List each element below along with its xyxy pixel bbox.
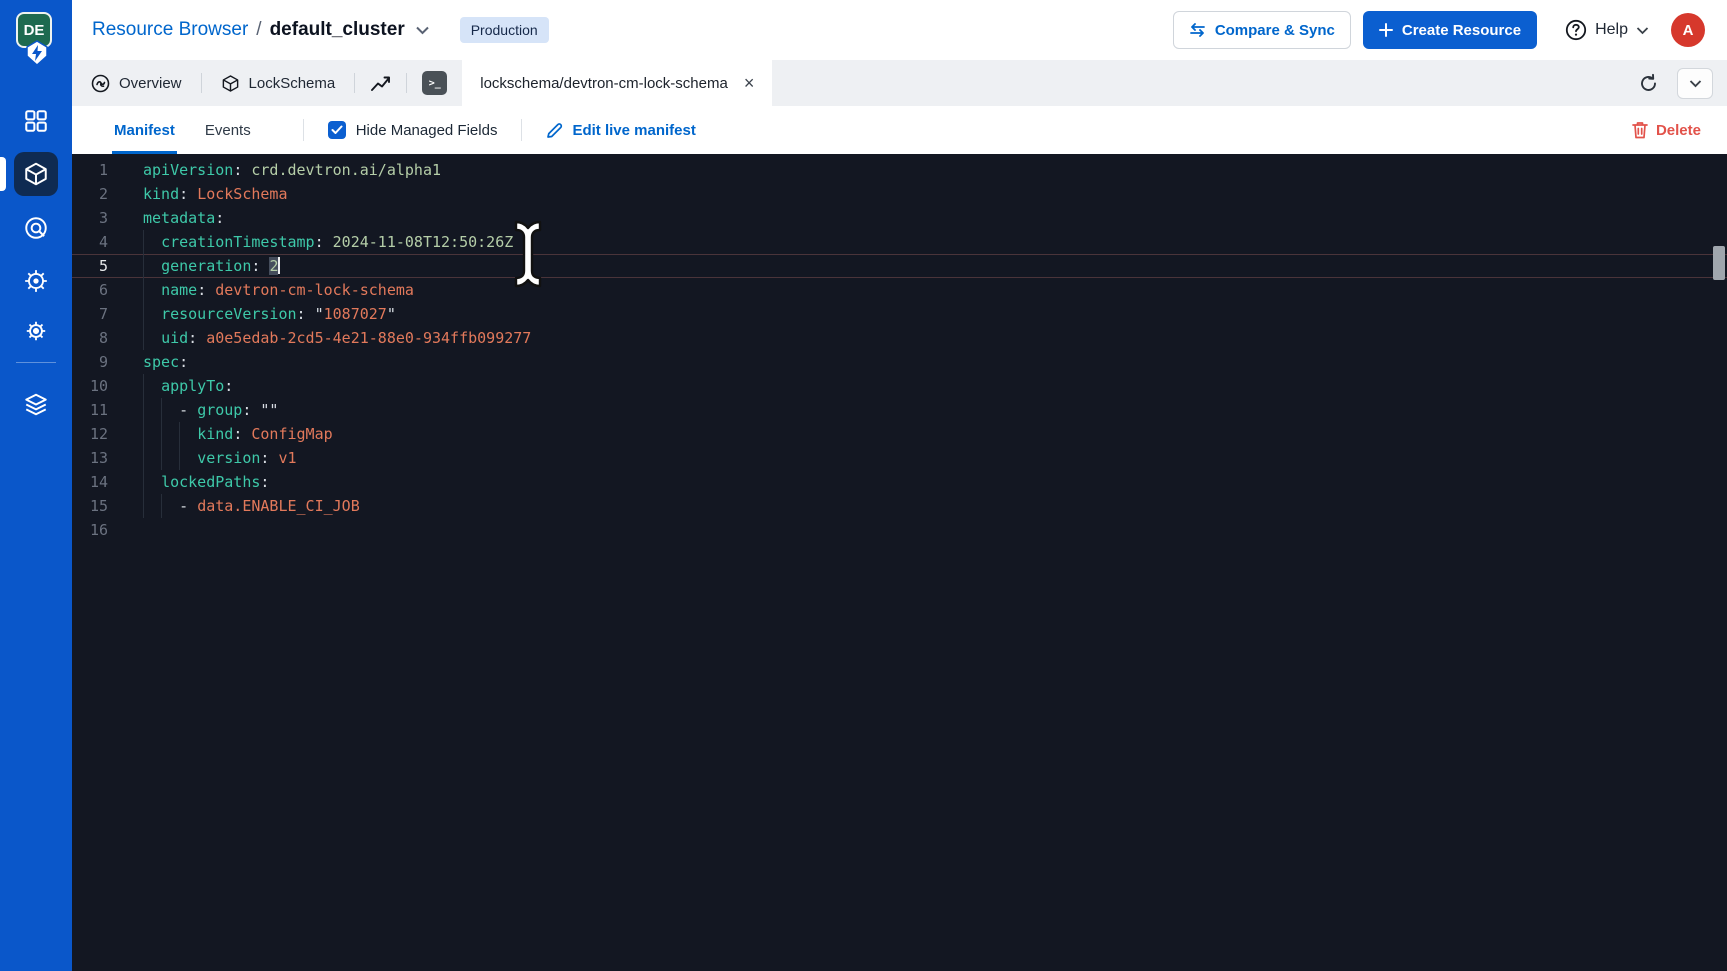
overview-icon <box>91 74 110 93</box>
edit-live-manifest-button[interactable]: Edit live manifest <box>546 106 695 154</box>
delete-button[interactable]: Delete <box>1632 106 1701 154</box>
plus-icon <box>1379 23 1393 37</box>
create-resource-button[interactable]: Create Resource <box>1363 11 1537 49</box>
code-line[interactable]: 11 - group: "" <box>72 398 1727 422</box>
line-number: 10 <box>78 374 108 398</box>
code-line[interactable]: 9spec: <box>72 350 1727 374</box>
compare-sync-label: Compare & Sync <box>1215 22 1335 39</box>
breadcrumb-separator: / <box>256 19 261 41</box>
compare-sync-icon <box>1189 23 1206 37</box>
resource-tab-bar: Overview LockSchema >_ lockschema/devtro… <box>72 60 1727 106</box>
line-number: 12 <box>78 422 108 446</box>
stack-icon[interactable] <box>23 391 49 417</box>
checkbox-checked-icon <box>328 121 346 139</box>
help-label: Help <box>1595 21 1628 39</box>
tab-list-dropdown-button[interactable] <box>1677 68 1713 99</box>
trash-icon <box>1632 121 1648 139</box>
chart-icon <box>370 74 391 92</box>
create-resource-label: Create Resource <box>1402 22 1521 39</box>
code-line[interactable]: 16 <box>72 518 1727 542</box>
avatar[interactable]: A <box>1671 13 1705 47</box>
code-line[interactable]: 15 - data.ENABLE_CI_JOB <box>72 494 1727 518</box>
line-number: 1 <box>78 158 108 182</box>
code-line[interactable]: 3metadata: <box>72 206 1727 230</box>
manifest-editor[interactable]: 1apiVersion: crd.devtron.ai/alpha12kind:… <box>72 154 1727 971</box>
line-number: 14 <box>78 470 108 494</box>
tab-active-resource[interactable]: lockschema/devtron-cm-lock-schema × <box>462 60 772 106</box>
line-number: 9 <box>78 350 108 374</box>
tab-manifest[interactable]: Manifest <box>112 106 177 154</box>
line-number: 15 <box>78 494 108 518</box>
active-tab-label: lockschema/devtron-cm-lock-schema <box>480 75 728 92</box>
refresh-icon[interactable] <box>1638 73 1659 94</box>
tab-events[interactable]: Events <box>203 106 253 154</box>
page-header: Resource Browser / default_cluster Produ… <box>72 0 1727 60</box>
manifest-toolbar: Manifest Events Hide Managed Fields Edit… <box>72 106 1727 154</box>
chevron-down-icon <box>1689 79 1702 88</box>
tab-lockschema[interactable]: LockSchema <box>202 60 355 106</box>
code-line[interactable]: 12 kind: ConfigMap <box>72 422 1727 446</box>
line-number: 4 <box>78 230 108 254</box>
sidebar-divider <box>16 362 56 363</box>
code-line[interactable]: 8 uid: a0e5edab-2cd5-4e21-88e0-934ffb099… <box>72 326 1727 350</box>
apps-grid-icon[interactable] <box>23 108 49 134</box>
helm-wheel-icon[interactable] <box>23 268 49 294</box>
cube-icon <box>221 74 240 93</box>
code-line[interactable]: 14 lockedPaths: <box>72 470 1727 494</box>
terminal-icon: >_ <box>422 71 447 95</box>
app-window: DE <box>0 0 1727 971</box>
toolbar-divider <box>303 119 304 141</box>
code-line[interactable]: 4 creationTimestamp: 2024-11-08T12:50:26… <box>72 230 1727 254</box>
chevron-down-icon[interactable] <box>415 25 430 35</box>
line-number: 11 <box>78 398 108 422</box>
code-line[interactable]: 1apiVersion: crd.devtron.ai/alpha1 <box>72 158 1727 182</box>
line-number: 3 <box>78 206 108 230</box>
code-line[interactable]: 7 resourceVersion: "1087027" <box>72 302 1727 326</box>
code-editor-lines: 1apiVersion: crd.devtron.ai/alpha12kind:… <box>72 158 1727 542</box>
sidebar: DE <box>0 0 72 971</box>
line-number: 13 <box>78 446 108 470</box>
environment-badge: Production <box>460 17 549 43</box>
gear-icon[interactable] <box>23 318 49 344</box>
code-line[interactable]: 13 version: v1 <box>72 446 1727 470</box>
breadcrumb-cluster-name[interactable]: default_cluster <box>270 19 405 41</box>
active-nav-indicator <box>0 157 6 191</box>
toolbar-divider <box>521 119 522 141</box>
help-menu[interactable]: Help <box>1565 19 1649 41</box>
delete-label: Delete <box>1656 122 1701 139</box>
line-number: 5 <box>78 254 108 278</box>
editor-scrollbar-thumb[interactable] <box>1713 246 1725 280</box>
line-number: 2 <box>78 182 108 206</box>
breadcrumb-resource-browser[interactable]: Resource Browser <box>92 19 248 41</box>
chevron-down-icon <box>1636 26 1649 35</box>
tab-lockschema-label: LockSchema <box>249 75 336 92</box>
cube-icon <box>23 161 49 187</box>
edit-live-manifest-label: Edit live manifest <box>572 122 695 139</box>
tab-monitoring[interactable] <box>355 60 406 106</box>
pencil-icon <box>546 122 563 139</box>
sidebar-item-resource-browser[interactable] <box>14 152 58 196</box>
target-icon[interactable] <box>23 215 49 241</box>
code-line[interactable]: 6 name: devtron-cm-lock-schema <box>72 278 1727 302</box>
code-line[interactable]: 10 applyTo: <box>72 374 1727 398</box>
devtron-bolt-icon <box>24 40 50 66</box>
help-circle-icon <box>1565 19 1587 41</box>
line-number: 6 <box>78 278 108 302</box>
compare-sync-button[interactable]: Compare & Sync <box>1173 11 1351 49</box>
code-line[interactable]: 2kind: LockSchema <box>72 182 1727 206</box>
line-number: 8 <box>78 326 108 350</box>
text-caret <box>278 257 280 274</box>
tab-terminal[interactable]: >_ <box>407 60 462 106</box>
line-number: 16 <box>78 518 108 542</box>
code-line[interactable]: 5 generation: 2 <box>72 254 1727 278</box>
hide-managed-fields-toggle[interactable]: Hide Managed Fields <box>328 106 498 154</box>
tab-overview-label: Overview <box>119 75 182 92</box>
close-icon[interactable]: × <box>744 74 755 92</box>
hide-managed-fields-label: Hide Managed Fields <box>356 122 498 139</box>
line-number: 7 <box>78 302 108 326</box>
tab-overview[interactable]: Overview <box>72 60 201 106</box>
